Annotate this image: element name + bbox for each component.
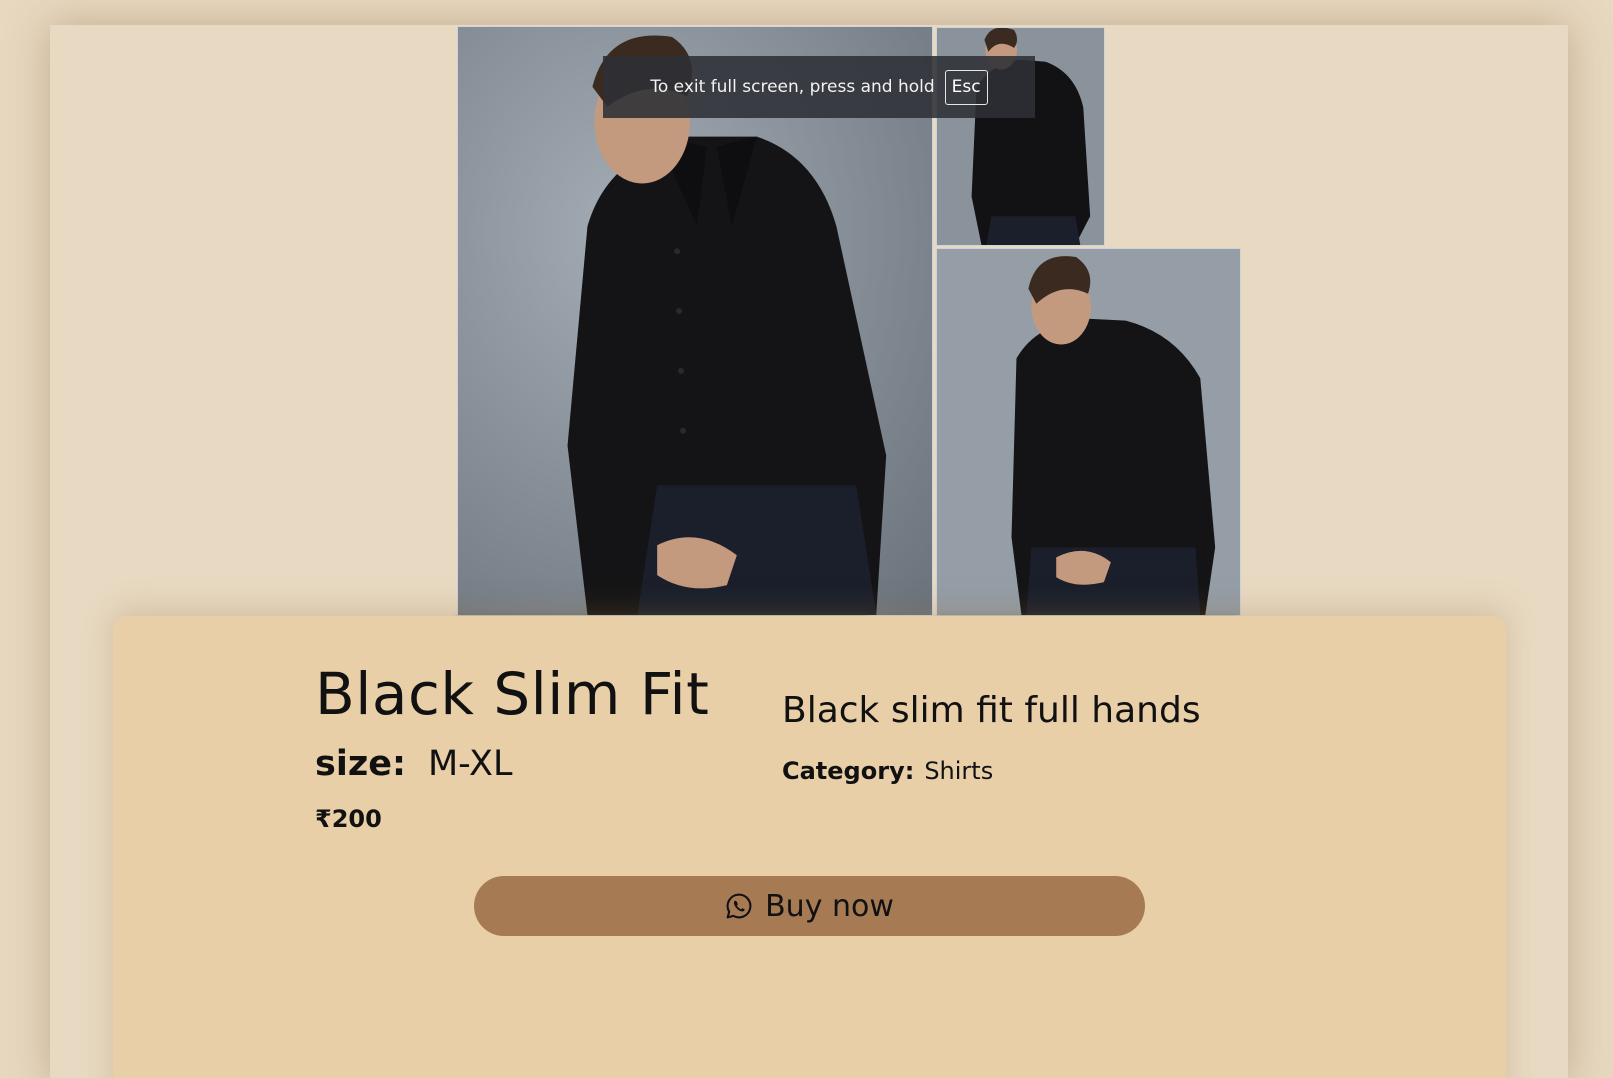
product-price: ₹200 <box>315 805 382 833</box>
product-title: Black Slim Fit <box>315 660 710 728</box>
product-size: size: M-XL <box>315 744 513 784</box>
category-label: Category: <box>782 757 915 785</box>
category-value[interactable]: Shirts <box>924 757 993 785</box>
whatsapp-icon <box>725 892 753 920</box>
esc-key-hint: Esc <box>944 69 988 105</box>
buy-now-label: Buy now <box>765 888 894 924</box>
product-description: Black slim fit full hands <box>782 690 1201 731</box>
buy-now-button[interactable]: Buy now <box>474 876 1145 936</box>
fullscreen-notice-text: To exit full screen, press and hold <box>650 77 935 97</box>
product-image-alt[interactable] <box>936 248 1241 616</box>
size-value: M-XL <box>427 744 513 784</box>
size-label: size: <box>315 744 406 784</box>
product-category: Category: Shirts <box>782 757 993 785</box>
shirt-model-photo <box>937 249 1240 615</box>
fullscreen-exit-notice: To exit full screen, press and hold Esc <box>603 56 1035 118</box>
